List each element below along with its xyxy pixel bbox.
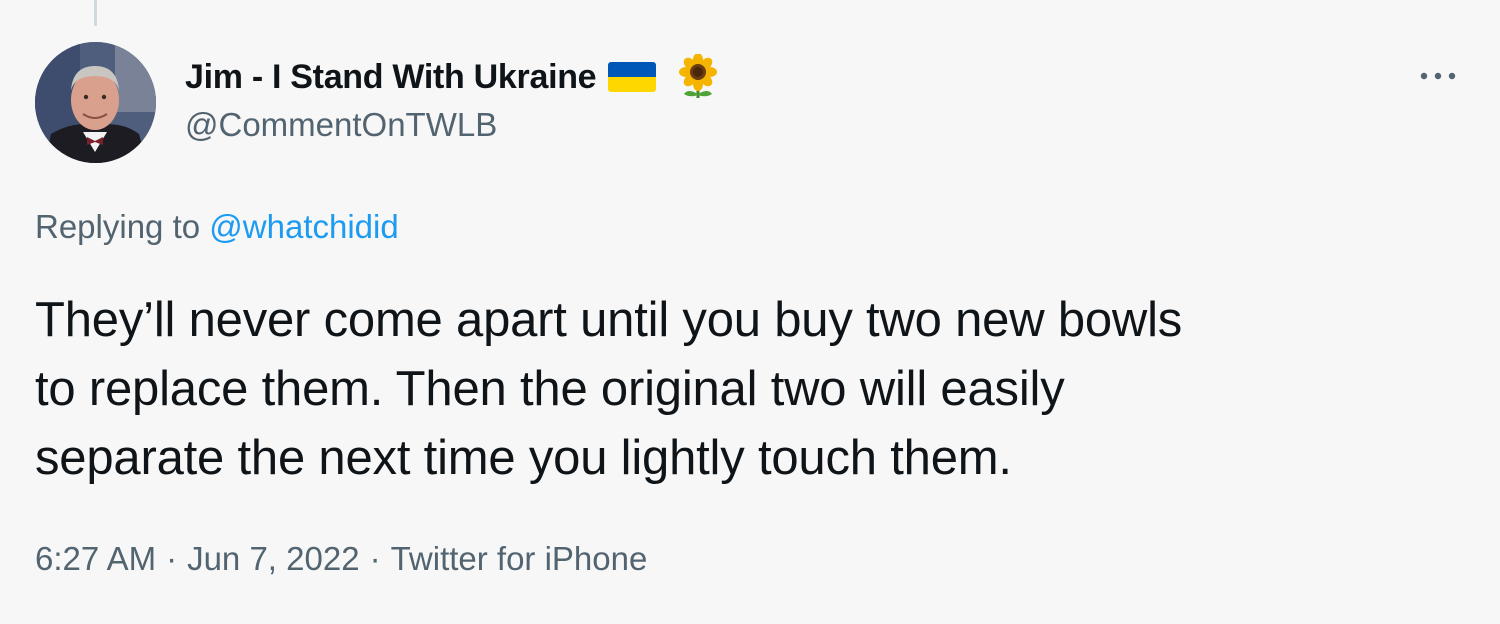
- tweet-time-link[interactable]: 6:27 AM: [35, 540, 156, 577]
- tweet-text: They’ll never come apart until you buy t…: [35, 286, 1465, 493]
- replying-to-mention-link[interactable]: @whatchidid: [209, 208, 398, 245]
- more-options-button[interactable]: [1412, 56, 1464, 96]
- metadata-separator: ·: [166, 540, 178, 577]
- thread-connector-line: [94, 0, 97, 26]
- replying-to-prefix: Replying to: [35, 208, 201, 245]
- avatar[interactable]: [35, 42, 156, 163]
- sunflower-icon: [676, 53, 720, 100]
- author-handle[interactable]: @CommentOnTWLB: [185, 106, 497, 144]
- flag-ukraine-icon: [608, 60, 657, 94]
- more-horizontal-icon: [1420, 72, 1456, 80]
- author-display-name[interactable]: Jim - I Stand With Ukraine: [185, 58, 597, 97]
- author-name-row[interactable]: Jim - I Stand With Ukraine: [185, 53, 720, 100]
- replying-to-line: Replying to @whatchidid: [35, 208, 399, 246]
- metadata-separator: ·: [369, 540, 381, 577]
- tweet-source: Twitter for iPhone: [390, 540, 648, 577]
- avatar-photo: [35, 42, 156, 163]
- tweet-metadata: 6:27 AM · Jun 7, 2022 · Twitter for iPhone: [35, 540, 647, 578]
- tweet-text-line: They’ll never come apart until you buy t…: [35, 293, 1183, 347]
- tweet-date-link[interactable]: Jun 7, 2022: [187, 540, 359, 577]
- tweet-text-line: separate the next time you lightly touch…: [35, 431, 1012, 485]
- tweet-text-line: to replace them. Then the original two w…: [35, 362, 1065, 416]
